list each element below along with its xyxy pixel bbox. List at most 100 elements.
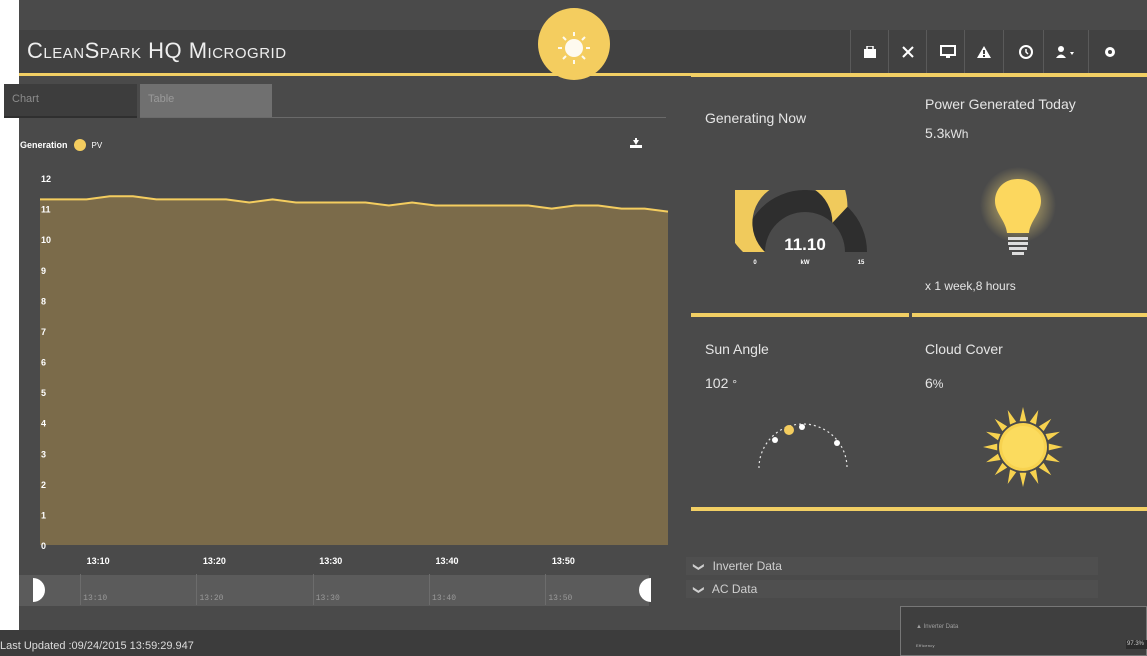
sun-ray [1029,469,1039,484]
user-menu-icon[interactable] [1049,36,1083,68]
efficiency-label: Efficency [916,643,935,648]
header-separator [850,30,851,74]
y-tick-label: 9 [41,266,46,276]
generating-now-title: Generating Now [705,110,807,126]
navigator-tick-label: 13:30 [315,594,340,603]
sun-rays [565,39,583,57]
sun-angle-number: 102 [705,375,729,391]
sun-ray [983,443,998,451]
briefcase-icon[interactable] [853,36,887,68]
power-equivalent: x 1 week,8 hours [925,279,1016,293]
ac-data-section[interactable]: ❯ AC Data [686,580,1098,598]
navigator-tick-label: 13:40 [432,594,457,603]
y-tick-label: 11 [41,205,51,215]
chevron-down-icon: ❯ [692,585,705,595]
efficiency-value: 97.3% [1126,640,1147,649]
sun-ray [1045,431,1060,441]
header-separator [926,30,927,74]
header-separator [888,30,889,74]
sun-ray [1038,418,1052,432]
sun-core-inner [1002,426,1044,468]
navigator-tick [545,574,547,605]
gauge-value: 11.10 [784,235,826,254]
inverter-data-popup [900,606,1147,656]
navigator-tick [429,574,431,605]
gauge-max: 15 [858,260,865,266]
cloud-cover-number: 6 [925,375,933,391]
sun-ray [986,453,1001,463]
alert-icon[interactable] [967,36,1001,68]
tab-underline [140,117,666,118]
chevron-up-icon: ▲ [916,624,922,630]
navigator-tick [196,574,198,605]
y-tick-label: 10 [41,235,51,245]
power-today-title: Power Generated Today [925,96,1076,112]
y-tick-label: 6 [41,358,46,368]
power-today-unit: kWh [944,127,969,141]
gear-icon[interactable] [1093,36,1127,68]
sun-icon [983,407,1063,487]
generation-gauge: 11.10 kW 0 15 [735,190,867,266]
x-tick-label: 13:50 [552,556,575,566]
monitor-icon[interactable] [931,36,965,68]
navigator-handle-right[interactable] [637,576,665,604]
sun-ray [1019,407,1027,422]
expand-icon[interactable] [891,36,925,68]
navigator-tick [80,574,82,605]
sun-ray [1038,462,1052,476]
sun-ray [1045,453,1060,463]
y-tick-label: 5 [41,388,46,398]
sun-angle-value: 102 ° [705,375,737,391]
navigator-handle-left[interactable] [19,576,47,604]
panel-divider [912,313,1147,317]
popup-title-label: Inverter Data [923,624,959,630]
tab-table[interactable]: Table [140,84,272,118]
cloud-cover-title: Cloud Cover [925,341,1003,357]
chevron-down-icon: ❯ [692,562,705,572]
x-tick-label: 13:30 [319,556,342,566]
panel-divider [691,73,1147,77]
gauge-min: 0 [753,260,757,266]
sun-angle-unit: ° [732,377,738,391]
download-icon[interactable] [630,138,642,151]
legend-label-pv[interactable]: PV [92,141,103,150]
y-tick-label: 12 [41,174,51,184]
sun-ray [994,418,1008,432]
y-tick-label: 8 [41,296,46,306]
y-tick-label: 4 [41,419,46,429]
chart-legend: Generation PV [20,139,102,151]
ac-data-label: AC Data [711,582,758,596]
x-tick-label: 13:20 [203,556,226,566]
panel-divider [691,507,1147,511]
history-icon[interactable] [1009,36,1043,68]
inverter-data-section[interactable]: ❯ Inverter Data [686,557,1098,575]
cloud-cover-unit: % [932,377,944,391]
app-title: CleanSpark HQ Microgrid [27,38,287,63]
sun-ray [986,431,1001,441]
lightbulb-icon [980,167,1056,255]
sun-logo-icon [538,8,610,80]
navigator-tick-label: 13:20 [199,594,224,603]
tab-chart[interactable]: Chart [4,84,137,118]
sun-ray [1048,443,1063,451]
header-separator [1088,30,1089,74]
x-tick-label: 13:40 [436,556,459,566]
sun-angle-title: Sun Angle [705,341,769,357]
power-today-value: 5.3kWh [925,125,968,141]
generation-chart: 012345678910111213:10 13:20 13:30 13:40 13:5… [40,174,669,566]
sun-ray [1029,410,1039,425]
popup-title[interactable]: ▲ Inverter Data [916,624,958,630]
sun-ray [1007,469,1017,484]
y-tick-label: 7 [41,327,46,337]
navigator-tick-label: 13:10 [83,594,108,603]
sun-ray [1019,472,1027,487]
chart-title: Generation [20,140,68,150]
inverter-data-label: Inverter Data [712,559,782,573]
y-tick-label: 1 [41,510,46,520]
legend-marker-pv[interactable] [73,139,86,151]
sun-ray [1007,410,1017,425]
pv-area [40,196,668,546]
power-today-number: 5.3 [925,125,945,141]
last-updated-text: Last Updated :09/24/2015 13:59:29.947 [0,640,194,652]
navigator-tick [312,574,314,605]
